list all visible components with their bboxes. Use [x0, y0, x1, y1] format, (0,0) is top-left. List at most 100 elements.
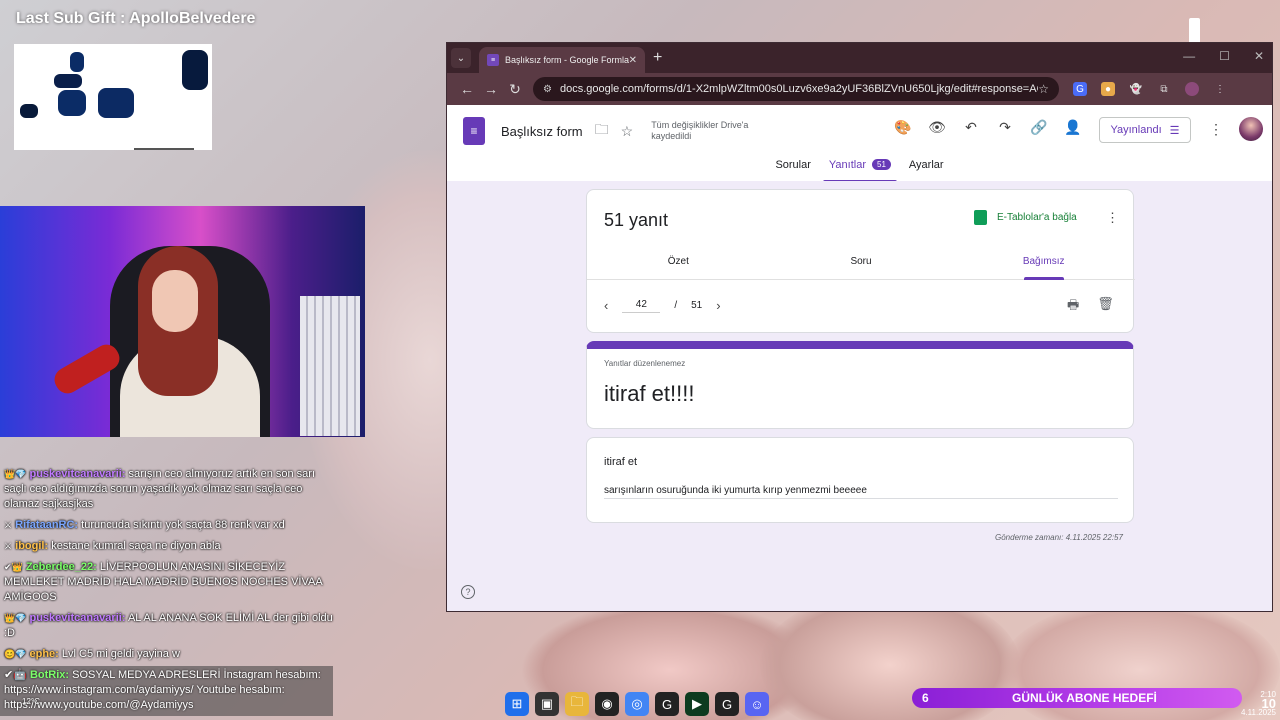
bookmark-star-icon[interactable]: ☆: [1038, 82, 1049, 96]
forward-icon[interactable]: →: [479, 81, 503, 97]
chat-badges-icon: 👑💎: [4, 469, 27, 479]
windows-start-icon[interactable]: ⊞: [505, 692, 529, 716]
total-responses: 51: [691, 300, 703, 311]
chat-username: Zeberdee_22:: [25, 561, 97, 573]
add-collaborator-icon[interactable]: 👤: [1063, 119, 1083, 139]
form-document-title[interactable]: Başlıksız form: [501, 124, 583, 139]
subtab-question[interactable]: Soru: [770, 252, 953, 279]
responses-summary-card: 51 yanıt E-Tablolar'a bağla ⋮ Özet Soru …: [586, 189, 1135, 333]
move-to-folder-icon[interactable]: 🗀: [595, 119, 609, 143]
site-info-icon[interactable]: ⚙: [543, 84, 552, 95]
form-tabs: Sorular Yanıtlar 51 Ayarlar: [447, 157, 1272, 183]
google-forms-logo-icon[interactable]: ≡: [463, 117, 485, 145]
address-bar[interactable]: ⚙ docs.google.com/forms/d/1-X2mlpWZltm00…: [533, 77, 1059, 101]
browser-toolbar: ← → ↻ ⚙ docs.google.com/forms/d/1-X2mlpW…: [447, 73, 1272, 105]
new-tab-button[interactable]: +: [653, 49, 662, 67]
tab-questions[interactable]: Sorular: [775, 157, 810, 183]
response-pager: ‹ 42 / 51 ›: [604, 298, 721, 313]
prev-response-icon[interactable]: ‹: [604, 298, 608, 313]
sheets-icon: [974, 210, 987, 225]
chat-username: puskevitcanavarii:: [29, 612, 126, 624]
subtab-summary[interactable]: Özet: [587, 252, 770, 279]
app-icon-g[interactable]: G: [655, 692, 679, 716]
submitted-timestamp: Gönderme zamanı: 4.11.2025 22:57: [995, 533, 1123, 542]
chat-badges-icon: 👑💎: [4, 613, 27, 623]
chat-text: turuncuda sıkıntı yok saçta 88 renk var …: [81, 519, 285, 531]
profile-avatar-icon[interactable]: [1185, 82, 1199, 96]
tab-title: Başlıksız form - Google Formlar: [505, 55, 629, 65]
file-explorer-icon[interactable]: 🗀: [565, 692, 589, 716]
question-text: itiraf et: [604, 456, 638, 468]
extension-icon[interactable]: ●: [1101, 82, 1115, 96]
chat-username: puskevitcanavarii:: [29, 468, 126, 480]
discord-icon[interactable]: ☺: [745, 692, 769, 716]
subtab-label: Özet: [667, 256, 689, 267]
subscriber-goal-bar: 6 GÜNLÜK ABONE HEDEFİ: [912, 688, 1242, 708]
streamer-face: [152, 270, 198, 332]
browser-tab-forms[interactable]: ≡ Başlıksız form - Google Formlar ✕: [479, 47, 645, 73]
tab-responses[interactable]: Yanıtlar 51: [822, 157, 897, 183]
pager-separator: /: [674, 300, 678, 311]
weather-widget[interactable]: 12°C: [22, 697, 40, 706]
chat-bot-message: ✔🤖 BotRix: SOSYAL MEDYA ADRESLERİ İnstag…: [0, 666, 333, 716]
browser-menu-icon[interactable]: ⋮: [1213, 82, 1227, 96]
window-controls: — ☐ ✕: [1183, 49, 1264, 63]
header-actions: 🎨 👁 ↶ ↷ 🔗 👤: [893, 119, 1083, 139]
clock-date: 4.11.2025: [1241, 708, 1276, 717]
tab-settings[interactable]: Ayarlar: [909, 157, 944, 183]
print-icon[interactable]: 🖶: [1067, 296, 1079, 318]
close-tab-icon[interactable]: ✕: [629, 55, 637, 66]
close-window-icon[interactable]: ✕: [1254, 49, 1264, 63]
more-options-icon[interactable]: ⋮: [1209, 121, 1223, 138]
link-icon[interactable]: 🔗: [1029, 119, 1049, 139]
preview-eye-icon[interactable]: 👁: [927, 119, 947, 139]
minimize-icon[interactable]: —: [1183, 49, 1195, 63]
chat-username: ephe:: [29, 648, 59, 660]
subtab-individual[interactable]: Bağımsız: [952, 252, 1135, 280]
tab-label: Sorular: [775, 159, 811, 171]
app-icon-nvidia[interactable]: ▶: [685, 692, 709, 716]
tab-search-button[interactable]: ⌄: [451, 48, 471, 68]
responses-more-icon[interactable]: ⋮: [1106, 210, 1119, 226]
forms-header: ≡ Başlıksız form 🗀 ☆ Tüm değişiklikler D…: [447, 105, 1272, 157]
chat-text: kestane kumral saça ne diyon abla: [51, 540, 221, 552]
back-icon[interactable]: ←: [455, 81, 479, 97]
responses-body: 51 yanıt E-Tablolar'a bağla ⋮ Özet Soru …: [447, 181, 1272, 611]
chrome-icon[interactable]: ◎: [625, 692, 649, 716]
reload-icon[interactable]: ↻: [503, 81, 527, 98]
tab-strip: ⌄ ≡ Başlıksız form - Google Formlar ✕ + …: [447, 43, 1272, 73]
redo-icon[interactable]: ↷: [995, 119, 1015, 139]
tab-label: Ayarlar: [908, 159, 944, 171]
star-form-icon[interactable]: ☆: [621, 123, 634, 140]
response-actions: 🖶 🗑: [1067, 296, 1114, 318]
chat-message: 👑💎 puskevitcanavarii: AL AL ANANA SOK EL…: [4, 611, 334, 641]
translate-extension-icon[interactable]: G: [1073, 82, 1087, 96]
help-icon[interactable]: ?: [461, 585, 475, 599]
current-response-input[interactable]: 42: [622, 299, 661, 313]
responses-count-title: 51 yanıt: [604, 210, 669, 230]
publish-button[interactable]: Yayınlandı ☰: [1099, 117, 1191, 143]
chat-username: RifataanRC:: [15, 519, 79, 531]
goal-current-count: 6: [922, 691, 929, 705]
link-to-sheets-button[interactable]: E-Tablolar'a bağla: [974, 210, 1077, 225]
app-icon-g2[interactable]: G: [715, 692, 739, 716]
subtab-label: Bağımsız: [1022, 256, 1065, 267]
obs-icon[interactable]: ◉: [595, 692, 619, 716]
chat-message: ⚔ ibogil: kestane kumral saça ne diyon a…: [4, 539, 334, 554]
chat-badges-icon: ✔👑: [4, 562, 23, 572]
snapchat-extension-icon[interactable]: 👻: [1129, 82, 1143, 96]
account-avatar[interactable]: [1239, 117, 1263, 141]
maximize-icon[interactable]: ☐: [1219, 49, 1230, 63]
chat-overlay: 👑💎 puskevitcanavarii: sarışın ceo almıyo…: [4, 467, 334, 668]
stream-logo-art: [14, 44, 212, 150]
task-view-icon[interactable]: ▣: [535, 692, 559, 716]
taskbar: ⊞ ▣ 🗀 ◉ ◎ G ▶ G ☺: [505, 690, 769, 718]
palette-icon[interactable]: 🎨: [893, 119, 913, 139]
form-title-card: Yanıtlar düzenlenemez itiraf et!!!!: [586, 341, 1134, 429]
next-response-icon[interactable]: ›: [716, 298, 720, 313]
responses-count-badge: 51: [872, 159, 891, 170]
extensions-puzzle-icon[interactable]: ⧉: [1157, 82, 1171, 96]
undo-icon[interactable]: ↶: [961, 119, 981, 139]
delete-icon[interactable]: 🗑: [1097, 296, 1114, 318]
forms-favicon-icon: ≡: [487, 54, 499, 66]
